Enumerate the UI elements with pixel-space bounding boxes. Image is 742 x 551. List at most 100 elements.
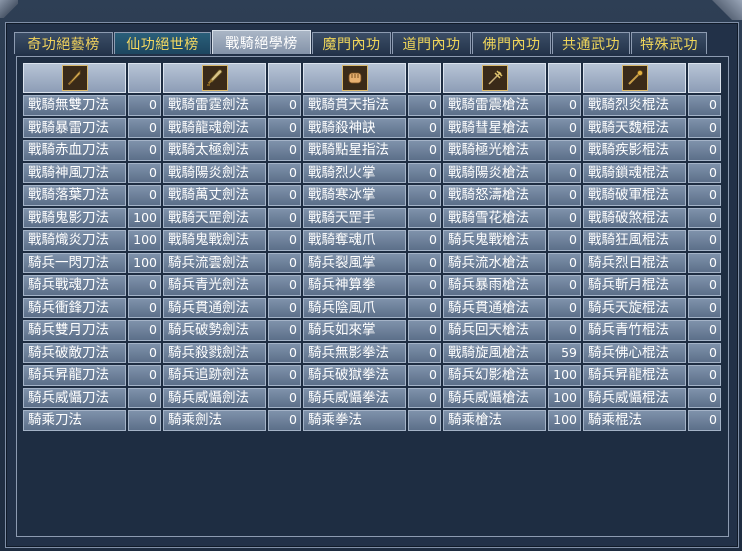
skill-row[interactable]: 騎兵威懾劍法 0 — [163, 387, 301, 408]
skill-name: 戰騎奪魂爪 — [303, 230, 406, 251]
skill-row[interactable]: 騎兵斬月棍法 0 — [583, 275, 721, 296]
skill-row[interactable]: 戰騎鎖魂棍法 0 — [583, 162, 721, 183]
skill-row[interactable]: 騎乘拳法 0 — [303, 410, 441, 431]
skill-row[interactable]: 戰騎雷震槍法 0 — [443, 95, 581, 116]
skill-row[interactable]: 戰騎熾炎刀法 100 — [23, 230, 161, 251]
skill-row[interactable]: 戰騎寒冰掌 0 — [303, 185, 441, 206]
tab-5[interactable]: 佛門內功 — [472, 32, 551, 54]
skill-row[interactable]: 騎兵佛心棍法 0 — [583, 342, 721, 363]
skill-row[interactable]: 騎兵貫通劍法 0 — [163, 297, 301, 318]
skill-row[interactable]: 騎兵如來掌 0 — [303, 320, 441, 341]
skill-row[interactable]: 騎兵天旋棍法 0 — [583, 297, 721, 318]
skill-row[interactable]: 戰騎烈火掌 0 — [303, 162, 441, 183]
skill-row[interactable]: 戰騎烈炎棍法 0 — [583, 95, 721, 116]
skill-row[interactable]: 騎兵烈日棍法 0 — [583, 252, 721, 273]
skill-name: 騎兵暴雨槍法 — [443, 275, 546, 296]
skill-row[interactable]: 戰騎陽炎劍法 0 — [163, 162, 301, 183]
skill-row[interactable]: 騎兵昇龍刀法 0 — [23, 365, 161, 386]
skill-row[interactable]: 戰騎萬丈劍法 0 — [163, 185, 301, 206]
skill-name: 戰騎落葉刀法 — [23, 185, 126, 206]
tab-2[interactable]: 戰騎絕學榜 — [212, 30, 311, 54]
tab-3[interactable]: 魔門內功 — [312, 32, 391, 54]
skill-row[interactable]: 戰騎狂風棍法 0 — [583, 230, 721, 251]
skill-row[interactable]: 戰騎陽炎槍法 0 — [443, 162, 581, 183]
skill-row[interactable]: 騎兵雙月刀法 0 — [23, 320, 161, 341]
skill-row[interactable]: 騎兵威懾刀法 0 — [23, 387, 161, 408]
skill-row[interactable]: 戰騎破軍棍法 0 — [583, 185, 721, 206]
skill-row[interactable]: 戰騎神風刀法 0 — [23, 162, 161, 183]
skill-row[interactable]: 戰騎落葉刀法 0 — [23, 185, 161, 206]
skill-row[interactable]: 戰騎貫天指法 0 — [303, 95, 441, 116]
skill-row[interactable]: 戰騎赤血刀法 0 — [23, 140, 161, 161]
skill-row[interactable]: 騎兵破敵刀法 0 — [23, 342, 161, 363]
skill-row[interactable]: 戰騎天罡手 0 — [303, 207, 441, 228]
skill-row[interactable]: 戰騎殺神訣 0 — [303, 117, 441, 138]
skill-row[interactable]: 戰騎破煞棍法 0 — [583, 207, 721, 228]
skill-row[interactable]: 騎兵幻影槍法 100 — [443, 365, 581, 386]
skill-row[interactable]: 騎兵戰魂刀法 0 — [23, 275, 161, 296]
skill-row[interactable]: 騎兵殺戮劍法 0 — [163, 342, 301, 363]
tab-7[interactable]: 特殊武功 — [631, 32, 707, 54]
skill-row[interactable]: 騎兵追跡劍法 0 — [163, 365, 301, 386]
tab-6[interactable]: 共通武功 — [552, 32, 630, 54]
skill-row[interactable]: 騎兵青竹棍法 0 — [583, 320, 721, 341]
skill-row[interactable]: 騎兵威懾棍法 0 — [583, 387, 721, 408]
skill-row[interactable]: 騎乘槍法 100 — [443, 410, 581, 431]
tab-4[interactable]: 道門內功 — [392, 32, 471, 54]
skill-row[interactable]: 騎兵流雲劍法 0 — [163, 252, 301, 273]
skill-row[interactable]: 戰騎怒濤槍法 0 — [443, 185, 581, 206]
skill-row[interactable]: 騎兵無影拳法 0 — [303, 342, 441, 363]
skill-row[interactable]: 騎兵昇龍棍法 0 — [583, 365, 721, 386]
skill-row[interactable]: 騎乘棍法 0 — [583, 410, 721, 431]
skill-row[interactable]: 戰騎鬼影刀法 100 — [23, 207, 161, 228]
skill-row[interactable]: 騎兵青光劍法 0 — [163, 275, 301, 296]
skill-row[interactable]: 戰騎疾影棍法 0 — [583, 140, 721, 161]
skill-row[interactable]: 戰騎奪魂爪 0 — [303, 230, 441, 251]
skill-row[interactable]: 騎兵貫通槍法 0 — [443, 297, 581, 318]
tab-0[interactable]: 奇功絕藝榜 — [14, 32, 113, 54]
skill-row[interactable]: 騎兵威懾拳法 0 — [303, 387, 441, 408]
skill-name: 戰騎雪花槍法 — [443, 207, 546, 228]
skill-row[interactable]: 騎兵威懾槍法 100 — [443, 387, 581, 408]
skill-row[interactable]: 騎兵陰風爪 0 — [303, 297, 441, 318]
skill-name: 戰騎龍魂劍法 — [163, 117, 266, 138]
skill-row[interactable]: 騎兵裂風掌 0 — [303, 252, 441, 273]
skill-row[interactable]: 戰騎極光槍法 0 — [443, 140, 581, 161]
skill-row[interactable]: 騎兵鬼戰槍法 0 — [443, 230, 581, 251]
skill-row[interactable]: 騎兵破勢劍法 0 — [163, 320, 301, 341]
skill-row[interactable]: 騎兵流水槍法 0 — [443, 252, 581, 273]
skill-row[interactable]: 戰騎暴雷刀法 0 — [23, 117, 161, 138]
tab-1[interactable]: 仙功絕世榜 — [114, 32, 211, 54]
skill-row[interactable]: 戰騎無雙刀法 0 — [23, 95, 161, 116]
skill-name: 戰騎旋風槍法 — [443, 342, 546, 363]
skill-row[interactable]: 騎乘刀法 0 — [23, 410, 161, 431]
skill-name: 騎兵貫通槍法 — [443, 297, 546, 318]
skill-row[interactable]: 戰騎雷霆劍法 0 — [163, 95, 301, 116]
skill-row[interactable]: 騎兵衝鋒刀法 0 — [23, 297, 161, 318]
skill-level: 0 — [688, 207, 721, 228]
skill-level: 0 — [268, 342, 301, 363]
skill-row[interactable]: 騎兵回天槍法 0 — [443, 320, 581, 341]
skill-name: 騎兵戰魂刀法 — [23, 275, 126, 296]
skill-name: 騎兵青光劍法 — [163, 275, 266, 296]
column-header — [583, 63, 721, 93]
skill-row[interactable]: 騎兵神算拳 0 — [303, 275, 441, 296]
skill-row[interactable]: 戰騎鬼戰劍法 0 — [163, 230, 301, 251]
skill-row[interactable]: 騎兵破獄拳法 0 — [303, 365, 441, 386]
skill-level: 0 — [548, 185, 581, 206]
skill-row[interactable]: 騎兵一閃刀法 100 — [23, 252, 161, 273]
skill-level: 0 — [408, 117, 441, 138]
skill-row[interactable]: 戰騎旋風槍法 59 — [443, 342, 581, 363]
skill-level: 0 — [408, 410, 441, 431]
skill-row[interactable]: 戰騎彗星槍法 0 — [443, 117, 581, 138]
skill-row[interactable]: 騎兵暴雨槍法 0 — [443, 275, 581, 296]
skill-row[interactable]: 戰騎太極劍法 0 — [163, 140, 301, 161]
skill-row[interactable]: 戰騎天魏棍法 0 — [583, 117, 721, 138]
skill-name: 戰騎無雙刀法 — [23, 95, 126, 116]
skill-column: 戰騎雷震槍法 0 戰騎彗星槍法 0 戰騎極光槍法 0 戰騎陽炎槍法 0 戰騎怒濤槍法 0 戰騎雪花槍… — [443, 63, 581, 431]
skill-row[interactable]: 戰騎點星指法 0 — [303, 140, 441, 161]
skill-row[interactable]: 戰騎雪花槍法 0 — [443, 207, 581, 228]
skill-row[interactable]: 騎乘劍法 0 — [163, 410, 301, 431]
skill-row[interactable]: 戰騎天罡劍法 0 — [163, 207, 301, 228]
skill-row[interactable]: 戰騎龍魂劍法 0 — [163, 117, 301, 138]
